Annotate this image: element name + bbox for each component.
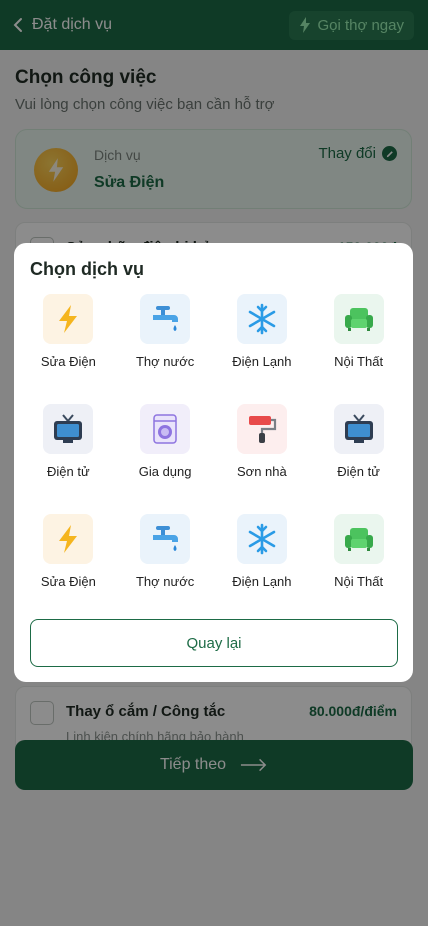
service-option[interactable]: Thợ nước	[117, 513, 214, 623]
service-option-label: Thợ nước	[135, 574, 195, 589]
service-option-label: Điện Lạnh	[232, 574, 292, 589]
service-option-label: Điện tử	[337, 464, 380, 479]
service-option-label: Nội Thất	[334, 354, 384, 369]
service-option-label: Sửa Điện	[40, 574, 96, 589]
service-option[interactable]: Điện Lạnh	[214, 513, 311, 623]
sofa-icon	[333, 294, 384, 344]
service-option[interactable]: Sơn nhà	[214, 403, 311, 513]
washing-machine-icon	[140, 404, 191, 454]
lightning-icon	[43, 294, 94, 344]
service-option-label: Điện tử	[47, 464, 90, 479]
service-option[interactable]: Sửa Điện	[20, 293, 117, 403]
service-option[interactable]: Thợ nước	[117, 293, 214, 403]
snowflake-icon	[236, 514, 287, 564]
service-option[interactable]: Sửa Điện	[20, 513, 117, 623]
service-grid: Sửa Điện Thợ nước Điện Lạnh Nội Thất Điện tử…	[20, 293, 407, 623]
service-option-label: Sơn nhà	[237, 464, 287, 479]
paint-roller-icon	[236, 404, 287, 454]
service-option-label: Điện Lạnh	[232, 354, 292, 369]
snowflake-icon	[236, 294, 287, 344]
tv-icon	[43, 404, 94, 454]
service-option[interactable]: Điện tử	[310, 403, 407, 513]
service-option-label: Sửa Điện	[40, 354, 96, 369]
modal-title: Chọn dịch vụ	[30, 259, 144, 279]
service-option-label: Gia dụng	[138, 464, 192, 479]
faucet-icon	[140, 294, 191, 344]
service-option-label: Thợ nước	[135, 354, 195, 369]
go-back-button[interactable]: Quay lại	[30, 619, 398, 667]
lightning-icon	[43, 514, 94, 564]
service-picker-modal: Chọn dịch vụ Sửa Điện Thợ nước Điện Lạnh Nộ…	[14, 243, 413, 682]
tv-icon	[333, 404, 384, 454]
service-option-label: Nội Thất	[334, 574, 384, 589]
service-option[interactable]: Điện Lạnh	[214, 293, 311, 403]
service-option[interactable]: Điện tử	[20, 403, 117, 513]
service-option[interactable]: Nội Thất	[310, 293, 407, 403]
service-option[interactable]: Nội Thất	[310, 513, 407, 623]
service-option[interactable]: Gia dụng	[117, 403, 214, 513]
sofa-icon	[333, 514, 384, 564]
faucet-icon	[140, 514, 191, 564]
